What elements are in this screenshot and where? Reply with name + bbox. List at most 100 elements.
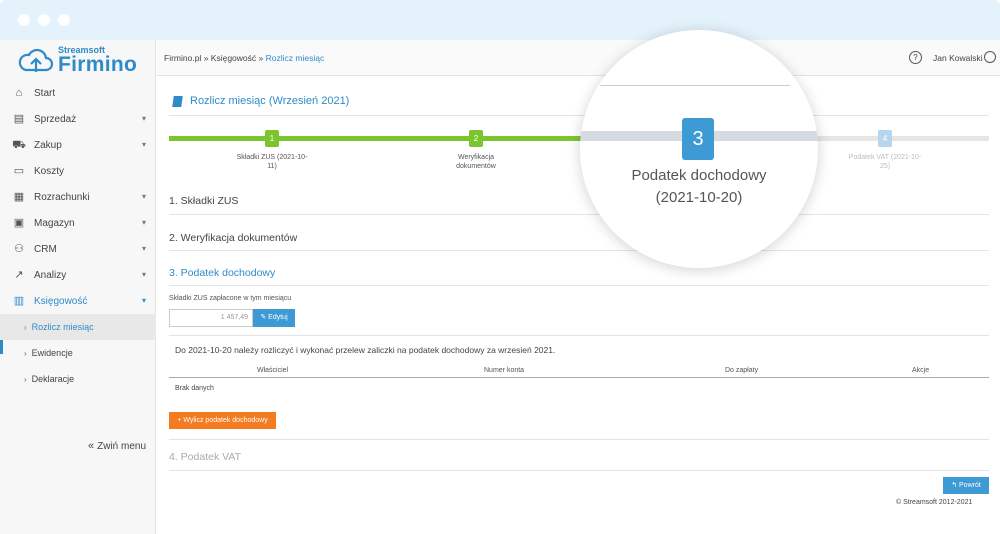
book-icon xyxy=(172,95,183,107)
app-logo[interactable]: Streamsoft Firmino xyxy=(18,43,148,77)
user-icon[interactable] xyxy=(984,51,996,63)
money-icon: ▭ xyxy=(13,165,25,177)
sidebar-item-4[interactable]: ▦ Rozrachunki ▾ xyxy=(0,184,156,210)
zus-paid-label: Składki ZUS zapłacone w tym miesiącu xyxy=(169,295,292,302)
chevron-down-icon: ▾ xyxy=(141,244,146,253)
chevron-down-icon: ▾ xyxy=(141,192,146,201)
subnav-item-2[interactable]: › Deklaracje xyxy=(0,366,156,392)
back-button[interactable]: ↰ Powrót xyxy=(943,477,989,494)
divider xyxy=(169,214,989,215)
help-icon[interactable]: ? xyxy=(909,51,922,64)
divider xyxy=(169,470,989,471)
section-vat[interactable]: 4. Podatek VAT xyxy=(169,451,241,463)
section-income-tax[interactable]: 3. Podatek dochodowy xyxy=(169,267,275,279)
chevron-right-icon: › xyxy=(24,348,27,358)
sidebar-item-label: Zakup xyxy=(34,139,62,151)
sidebar-item-1[interactable]: ▤ Sprzedaż ▾ xyxy=(0,106,156,132)
back-button-label: Powrót xyxy=(959,482,981,489)
home-icon: ⌂ xyxy=(15,87,23,99)
sidebar-item-label: Księgowość xyxy=(34,295,88,307)
plus-icon: + xyxy=(177,417,182,424)
sidebar-item-7[interactable]: ↗ Analizy ▾ xyxy=(0,262,156,288)
sidebar-item-label: Sprzedaż xyxy=(34,113,77,125)
main-content: Rozlicz miesiąc (Wrzesień 2021) 1 Składk… xyxy=(157,77,1000,534)
invoice-icon: ▤ xyxy=(13,113,25,125)
sidebar-item-5[interactable]: ▣ Magazyn ▾ xyxy=(0,210,156,236)
sidebar-item-label: Analizy xyxy=(34,269,67,281)
divider xyxy=(169,439,989,440)
chart-icon: ↗ xyxy=(14,269,24,281)
divider xyxy=(169,250,989,251)
edit-button-label: Edytuj xyxy=(268,314,288,321)
sidebar-item-0[interactable]: ⌂ Start xyxy=(0,80,156,106)
section-zus[interactable]: 1. Składki ZUS xyxy=(169,195,238,207)
window-titlebar xyxy=(0,0,1000,40)
breadcrumb-current: Rozlicz miesiąc xyxy=(265,53,325,63)
sidebar-item-8[interactable]: ▥ Księgowość ▾ xyxy=(0,288,156,314)
divider xyxy=(169,285,989,286)
chevron-down-icon: ▾ xyxy=(141,296,146,305)
subnav-item-1[interactable]: › Ewidencje xyxy=(0,340,156,366)
subnav-item-label: Deklaracje xyxy=(31,374,75,384)
cloud-upload-icon xyxy=(18,48,54,72)
breadcrumb-separator: » xyxy=(258,53,264,63)
column-actions[interactable]: Akcje xyxy=(912,367,929,374)
chevron-right-icon: › xyxy=(24,374,27,384)
section-verification[interactable]: 2. Weryfikacja dokumentów xyxy=(169,232,297,244)
breadcrumb-ksiegowosc[interactable]: Księgowość xyxy=(211,53,256,63)
sidebar-item-3[interactable]: ▭ Koszty xyxy=(0,158,156,184)
chevron-right-icon: › xyxy=(24,322,27,332)
step-3[interactable]: 3 xyxy=(682,118,714,160)
window-minimize-dot[interactable] xyxy=(38,14,50,26)
divider xyxy=(169,335,989,336)
column-account-number[interactable]: Numer konta xyxy=(484,367,524,374)
zus-amount-input[interactable]: 1 457,49 xyxy=(169,309,253,327)
pencil-icon: ✎ xyxy=(260,314,267,321)
step-3-label-line1: Podatek dochodowy xyxy=(631,167,767,184)
sidebar-item-label: CRM xyxy=(34,243,57,255)
stepper-track-done xyxy=(169,136,581,141)
subnav-item-label: Ewidencje xyxy=(31,348,73,358)
column-to-pay[interactable]: Do zapłaty xyxy=(725,367,758,374)
page-title-text: Rozlicz miesiąc (Wrzesień 2021) xyxy=(190,95,350,107)
tax-info-text: Do 2021-10-20 należy rozliczyć i wykonać… xyxy=(175,345,556,355)
chevron-down-icon: ▾ xyxy=(141,270,146,279)
sidebar-item-label: Koszty xyxy=(34,165,65,177)
subnav-item-0[interactable]: › Rozlicz miesiąc xyxy=(0,314,156,340)
sidebar-item-label: Start xyxy=(34,87,56,99)
sidebar-item-label: Rozrachunki xyxy=(34,191,90,203)
step-4-label: Podatek VAT (2021-10-25) xyxy=(848,154,922,170)
magnified-divider xyxy=(600,85,790,86)
window-close-dot[interactable] xyxy=(18,14,30,26)
window-maximize-dot[interactable] xyxy=(58,14,70,26)
calculate-tax-button[interactable]: + Wylicz podatek dochodowy xyxy=(169,412,276,429)
logo-product: Firmino xyxy=(58,53,138,76)
sidebar-item-2[interactable]: ⛟ Zakup ▾ xyxy=(0,132,156,158)
magnifier-overlay: 3 Podatek dochodowy (2021-10-20) xyxy=(580,30,818,268)
double-chevron-left-icon: « xyxy=(88,440,95,452)
chevron-down-icon: ▾ xyxy=(141,114,146,123)
calculator-icon: ▦ xyxy=(13,191,25,203)
column-owner[interactable]: Właściciel xyxy=(257,367,288,374)
step-1-label: Składki ZUS (2021-10-11) xyxy=(236,154,308,170)
edit-button[interactable]: ✎ Edytuj xyxy=(253,309,295,327)
topbar: Firmino.pl » Księgowość » Rozlicz miesią… xyxy=(157,40,1000,76)
sidebar: Streamsoft Firmino ⌂ Start ▤ Sprzedaż ▾ ⛟ Zaku… xyxy=(0,40,156,534)
step-1[interactable]: 1 xyxy=(265,130,279,147)
step-4[interactable]: 4 xyxy=(878,130,892,147)
step-3-label-line2: (2021-10-20) xyxy=(655,189,743,206)
footer-copyright: © Streamsoft 2012-2021 xyxy=(896,499,973,506)
table-empty-message: Brak danych xyxy=(175,385,214,392)
step-2[interactable]: 2 xyxy=(469,130,483,147)
table-header-divider xyxy=(169,377,989,378)
warehouse-icon: ▣ xyxy=(13,217,25,229)
chevron-down-icon: ▾ xyxy=(141,218,146,227)
step-2-label: Weryfikacja dokumentów xyxy=(456,154,496,170)
breadcrumb-home[interactable]: Firmino.pl xyxy=(164,53,201,63)
collapse-menu-button[interactable]: «Zwiń menu xyxy=(88,440,146,452)
page-title: Rozlicz miesiąc (Wrzesień 2021) xyxy=(172,95,350,107)
user-name[interactable]: Jan Kowalski xyxy=(933,53,983,63)
sidebar-item-6[interactable]: ⚇ CRM ▾ xyxy=(0,236,156,262)
collapse-menu-label: Zwiń menu xyxy=(97,441,147,452)
calculate-tax-label: Wylicz podatek dochodowy xyxy=(183,417,268,424)
